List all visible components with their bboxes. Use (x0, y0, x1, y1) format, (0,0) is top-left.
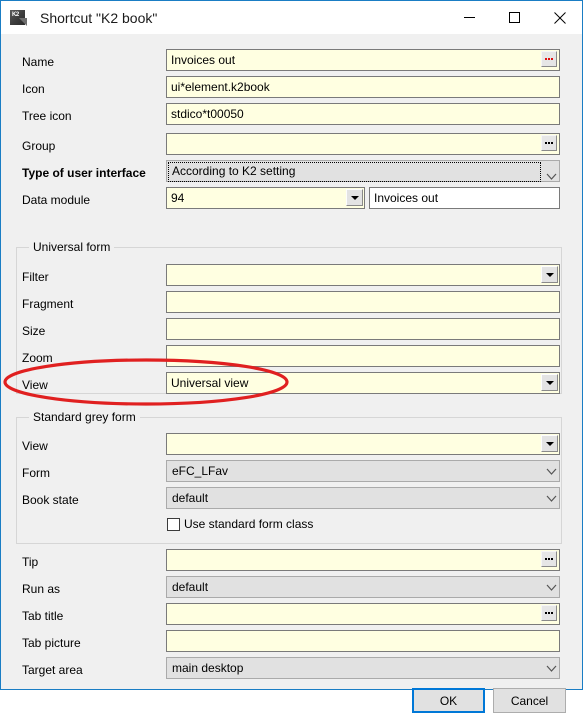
ok-button[interactable]: OK (412, 688, 485, 713)
dialog-body: Name Invoices out Icon ui*element.k2book… (1, 34, 582, 713)
label-data-module: Data module (22, 193, 91, 207)
universal-form-group-title: Universal form (29, 240, 115, 254)
universal-view-select[interactable]: Universal view (166, 372, 560, 394)
universal-fragment-input[interactable] (166, 291, 560, 313)
chevron-down-icon[interactable] (546, 466, 557, 477)
book-state-select[interactable]: default (166, 487, 560, 509)
name-input[interactable]: Invoices out (166, 49, 560, 71)
grey-view-select[interactable] (166, 433, 560, 455)
label-universal-filter: Filter (22, 270, 49, 284)
tip-input[interactable] (166, 549, 560, 571)
data-module-name-readonly: Invoices out (369, 187, 560, 209)
label-type-of-user-interface: Type of user interface (22, 166, 146, 180)
universal-filter-dropdown-button[interactable] (541, 266, 558, 283)
icon-input[interactable]: ui*element.k2book (166, 76, 560, 98)
label-name: Name (22, 55, 55, 69)
minimize-icon[interactable] (447, 1, 492, 34)
label-universal-view: View (22, 378, 48, 392)
label-universal-fragment: Fragment (22, 297, 74, 311)
maximize-icon[interactable] (492, 1, 537, 34)
use-standard-form-class-checkbox[interactable]: Use standard form class (167, 517, 313, 531)
close-icon[interactable] (537, 1, 582, 34)
k2-icon-text: K2 (12, 11, 19, 18)
universal-view-dropdown-button[interactable] (541, 374, 558, 391)
standard-grey-form-group-title: Standard grey form (29, 410, 140, 424)
label-grey-view: View (22, 439, 48, 453)
grey-view-dropdown-button[interactable] (541, 435, 558, 452)
label-tab-title: Tab title (22, 609, 64, 623)
universal-zoom-input[interactable] (166, 345, 560, 367)
name-ellipsis-button[interactable] (541, 51, 557, 67)
tree-icon-input[interactable]: stdico*t00050 (166, 103, 560, 125)
k2-book-icon: K2 (10, 9, 32, 27)
type-of-user-interface-select[interactable]: According to K2 setting (166, 160, 560, 182)
label-run-as: Run as (22, 582, 61, 596)
group-ellipsis-button[interactable] (541, 135, 557, 151)
tab-title-ellipsis-button[interactable] (541, 605, 557, 621)
group-input[interactable] (166, 133, 560, 155)
data-module-dropdown-button[interactable] (346, 189, 363, 206)
checkbox-box[interactable] (167, 517, 180, 531)
tab-picture-input[interactable] (166, 630, 560, 652)
universal-size-input[interactable] (166, 318, 560, 340)
label-universal-zoom: Zoom (22, 351, 53, 365)
run-as-select[interactable]: default (166, 576, 560, 598)
label-group: Group (22, 139, 56, 153)
cancel-button[interactable]: Cancel (493, 688, 566, 713)
label-tree-icon: Tree icon (22, 109, 72, 123)
label-book-state: Book state (22, 493, 79, 507)
tab-title-input[interactable] (166, 603, 560, 625)
label-target-area: Target area (22, 663, 83, 677)
label-tip: Tip (22, 555, 39, 569)
label-grey-form: Form (22, 466, 50, 480)
label-universal-size: Size (22, 324, 46, 338)
tip-ellipsis-button[interactable] (541, 551, 557, 567)
chevron-down-icon[interactable] (546, 493, 557, 504)
use-standard-form-class-label: Use standard form class (184, 517, 314, 531)
label-tab-picture: Tab picture (22, 636, 81, 650)
data-module-select[interactable]: 94 (166, 187, 365, 209)
shortcut-dialog-window: K2 Shortcut "K2 book" Name Invoices out … (0, 0, 583, 713)
label-icon: Icon (22, 82, 45, 96)
target-area-select[interactable]: main desktop (166, 657, 560, 679)
chevron-down-icon[interactable] (546, 663, 557, 674)
window-controls (447, 1, 582, 34)
universal-filter-select[interactable] (166, 264, 560, 286)
chevron-down-icon[interactable] (546, 171, 557, 182)
chevron-down-icon[interactable] (546, 582, 557, 593)
window-title: Shortcut "K2 book" (40, 9, 158, 26)
grey-form-select[interactable]: eFC_LFav (166, 460, 560, 482)
title-bar: K2 Shortcut "K2 book" (1, 1, 582, 34)
